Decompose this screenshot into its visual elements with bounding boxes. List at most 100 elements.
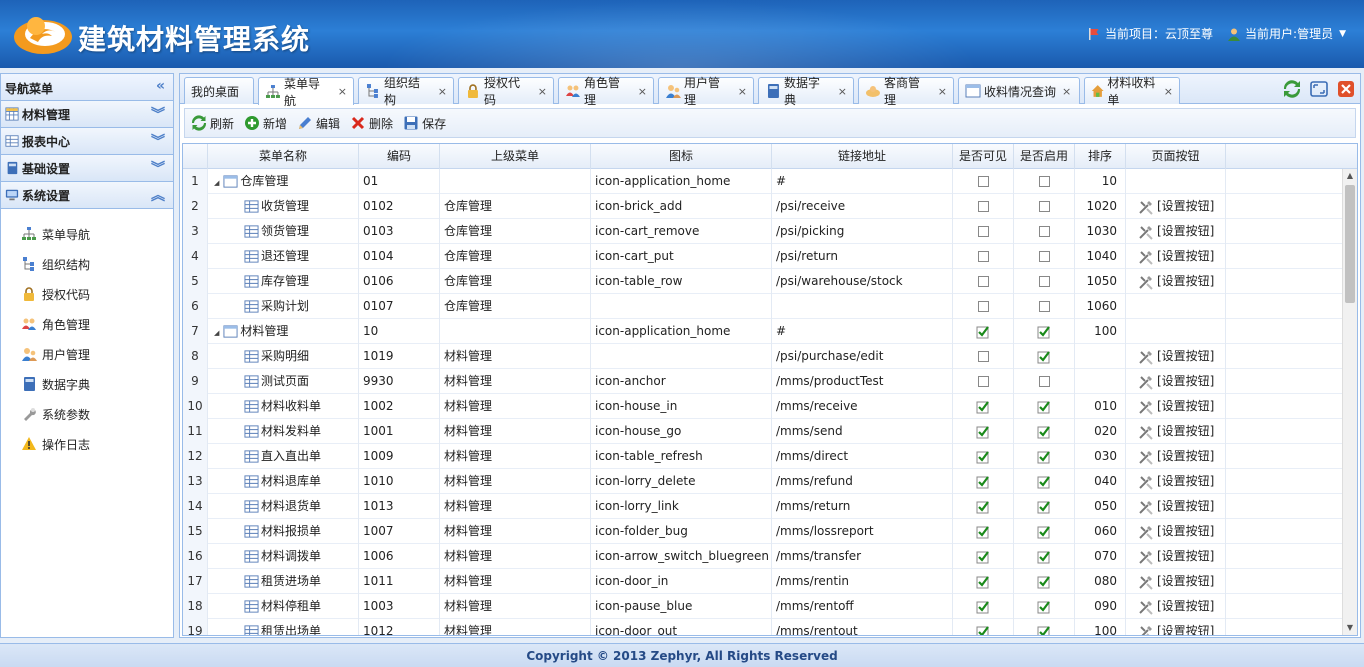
enabled-checkbox[interactable] bbox=[1037, 574, 1051, 589]
code-cell[interactable]: 10 bbox=[359, 319, 440, 344]
url-cell[interactable]: /psi/return bbox=[772, 244, 953, 269]
set-buttons-link[interactable]: [设置按钮] bbox=[1138, 374, 1214, 390]
enabled-checkbox[interactable] bbox=[1038, 201, 1050, 212]
tab-8[interactable]: 客商管理 × bbox=[858, 76, 954, 107]
delete-button[interactable]: 删除 bbox=[350, 115, 393, 132]
table-row[interactable]: 1 ◢ 仓库管理 01 icon-application_home #10 bbox=[183, 169, 1343, 194]
code-cell[interactable]: 1007 bbox=[359, 519, 440, 544]
code-cell[interactable]: 1010 bbox=[359, 469, 440, 494]
table-row[interactable]: 11 材料发料单 1001 材料管理 icon-house_go/mms/send 020… bbox=[183, 419, 1343, 444]
visible-checkbox[interactable] bbox=[977, 301, 989, 312]
enabled-checkbox[interactable] bbox=[1037, 324, 1051, 339]
parent-menu-cell[interactable]: 仓库管理 bbox=[440, 244, 591, 269]
sort-cell[interactable]: 050 bbox=[1075, 494, 1126, 519]
menu-name-cell[interactable]: 收货管理 bbox=[208, 194, 359, 219]
code-cell[interactable]: 01 bbox=[359, 169, 440, 194]
icon-class-cell[interactable]: icon-table_row bbox=[591, 269, 772, 294]
visible-checkbox[interactable] bbox=[977, 351, 989, 362]
close-tab-icon[interactable]: × bbox=[338, 85, 347, 98]
tree-expand-icon[interactable]: ◢ bbox=[214, 179, 219, 187]
sidebar-item-4[interactable]: 角色管理 bbox=[1, 309, 173, 339]
enabled-checkbox[interactable] bbox=[1037, 624, 1051, 636]
set-buttons-link[interactable]: [设置按钮] bbox=[1138, 499, 1214, 515]
sidebar-item-5[interactable]: 用户管理 bbox=[1, 339, 173, 369]
tab-3[interactable]: 组织结构 × bbox=[358, 76, 454, 107]
code-cell[interactable]: 1001 bbox=[359, 419, 440, 444]
set-buttons-link[interactable]: [设置按钮] bbox=[1138, 399, 1214, 415]
code-cell[interactable]: 1003 bbox=[359, 594, 440, 619]
current-user[interactable]: 当前用户:管理员 ▼ bbox=[1227, 25, 1346, 42]
chevron-down-icon[interactable]: ︾ bbox=[151, 131, 165, 151]
url-cell[interactable]: /mms/return bbox=[772, 494, 953, 519]
set-buttons-link[interactable]: [设置按钮] bbox=[1138, 524, 1214, 540]
code-cell[interactable]: 0104 bbox=[359, 244, 440, 269]
table-row[interactable]: 19 租赁出场单 1012 材料管理 icon-door_out/mms/rentout… bbox=[183, 619, 1343, 635]
enabled-checkbox[interactable] bbox=[1038, 176, 1050, 187]
parent-menu-cell[interactable]: 材料管理 bbox=[440, 569, 591, 594]
code-cell[interactable]: 1013 bbox=[359, 494, 440, 519]
sidebar-item-6[interactable]: 数据字典 bbox=[1, 369, 173, 399]
chevron-up-icon[interactable]: ︽ bbox=[151, 185, 165, 205]
url-cell[interactable]: /mms/send bbox=[772, 419, 953, 444]
add-button[interactable]: 新增 bbox=[244, 115, 287, 132]
close-all-icon[interactable] bbox=[1336, 79, 1356, 99]
table-row[interactable]: 17 租赁进场单 1011 材料管理 icon-door_in/mms/rentin 08… bbox=[183, 569, 1343, 594]
close-tab-icon[interactable]: × bbox=[738, 85, 747, 98]
scroll-down-icon[interactable]: ▼ bbox=[1343, 621, 1357, 635]
url-cell[interactable]: /mms/receive bbox=[772, 394, 953, 419]
edit-button[interactable]: 编辑 bbox=[297, 115, 340, 132]
icon-class-cell[interactable]: icon-anchor bbox=[591, 369, 772, 394]
collapse-panel-icon[interactable]: « bbox=[156, 78, 165, 94]
menu-name-cell[interactable]: 材料发料单 bbox=[208, 419, 359, 444]
enabled-checkbox[interactable] bbox=[1038, 301, 1050, 312]
parent-menu-cell[interactable]: 材料管理 bbox=[440, 519, 591, 544]
sidebar-item-8[interactable]: 操作日志 bbox=[1, 429, 173, 459]
enabled-checkbox[interactable] bbox=[1038, 226, 1050, 237]
tab-10[interactable]: 材料收料单 × bbox=[1084, 76, 1180, 107]
close-tab-icon[interactable]: × bbox=[838, 85, 847, 98]
vertical-scrollbar[interactable]: ▲ ▼ bbox=[1342, 169, 1357, 635]
table-row[interactable]: 12 直入直出单 1009 材料管理 icon-table_refresh/mms/di… bbox=[183, 444, 1343, 469]
set-buttons-link[interactable]: [设置按钮] bbox=[1138, 474, 1214, 490]
visible-checkbox[interactable] bbox=[977, 251, 989, 262]
code-cell[interactable]: 9930 bbox=[359, 369, 440, 394]
menu-name-cell[interactable]: 领货管理 bbox=[208, 219, 359, 244]
url-cell[interactable]: /psi/picking bbox=[772, 219, 953, 244]
set-buttons-link[interactable]: [设置按钮] bbox=[1138, 249, 1214, 265]
parent-menu-cell[interactable]: 材料管理 bbox=[440, 444, 591, 469]
enabled-checkbox[interactable] bbox=[1037, 424, 1051, 439]
sort-cell[interactable]: 060 bbox=[1075, 519, 1126, 544]
icon-class-cell[interactable]: icon-lorry_link bbox=[591, 494, 772, 519]
enabled-checkbox[interactable] bbox=[1037, 474, 1051, 489]
icon-class-cell[interactable]: icon-cart_put bbox=[591, 244, 772, 269]
enabled-checkbox[interactable] bbox=[1037, 599, 1051, 614]
column-header[interactable]: 菜单名称 bbox=[208, 144, 359, 169]
icon-class-cell[interactable]: icon-application_home bbox=[591, 169, 772, 194]
column-header[interactable]: 链接地址 bbox=[772, 144, 953, 169]
tree-expand-icon[interactable]: ◢ bbox=[214, 329, 219, 337]
column-header[interactable]: 是否可见 bbox=[953, 144, 1014, 169]
sort-cell[interactable]: 070 bbox=[1075, 544, 1126, 569]
code-cell[interactable]: 1009 bbox=[359, 444, 440, 469]
enabled-checkbox[interactable] bbox=[1038, 276, 1050, 287]
menu-name-cell[interactable]: 租赁进场单 bbox=[208, 569, 359, 594]
menu-name-cell[interactable]: 采购明细 bbox=[208, 344, 359, 369]
icon-class-cell[interactable]: icon-cart_remove bbox=[591, 219, 772, 244]
close-tab-icon[interactable]: × bbox=[1062, 85, 1071, 98]
url-cell[interactable]: # bbox=[772, 319, 953, 344]
parent-menu-cell[interactable]: 仓库管理 bbox=[440, 294, 591, 319]
visible-checkbox[interactable] bbox=[977, 176, 989, 187]
url-cell[interactable]: /psi/receive bbox=[772, 194, 953, 219]
sort-cell[interactable] bbox=[1075, 369, 1126, 394]
table-row[interactable]: 9 测试页面 9930 材料管理 icon-anchor/mms/productTest… bbox=[183, 369, 1343, 394]
refresh-button[interactable]: 刷新 bbox=[191, 115, 234, 132]
menu-name-cell[interactable]: 材料调拨单 bbox=[208, 544, 359, 569]
table-row[interactable]: 6 采购计划 0107 仓库管理 1060 bbox=[183, 294, 1343, 319]
url-cell[interactable]: /mms/productTest bbox=[772, 369, 953, 394]
icon-class-cell[interactable]: icon-brick_add bbox=[591, 194, 772, 219]
parent-menu-cell[interactable]: 材料管理 bbox=[440, 344, 591, 369]
icon-class-cell[interactable] bbox=[591, 344, 772, 369]
url-cell[interactable]: /psi/warehouse/stock bbox=[772, 269, 953, 294]
close-tab-icon[interactable]: × bbox=[1164, 85, 1173, 98]
fullscreen-icon[interactable] bbox=[1309, 79, 1329, 99]
